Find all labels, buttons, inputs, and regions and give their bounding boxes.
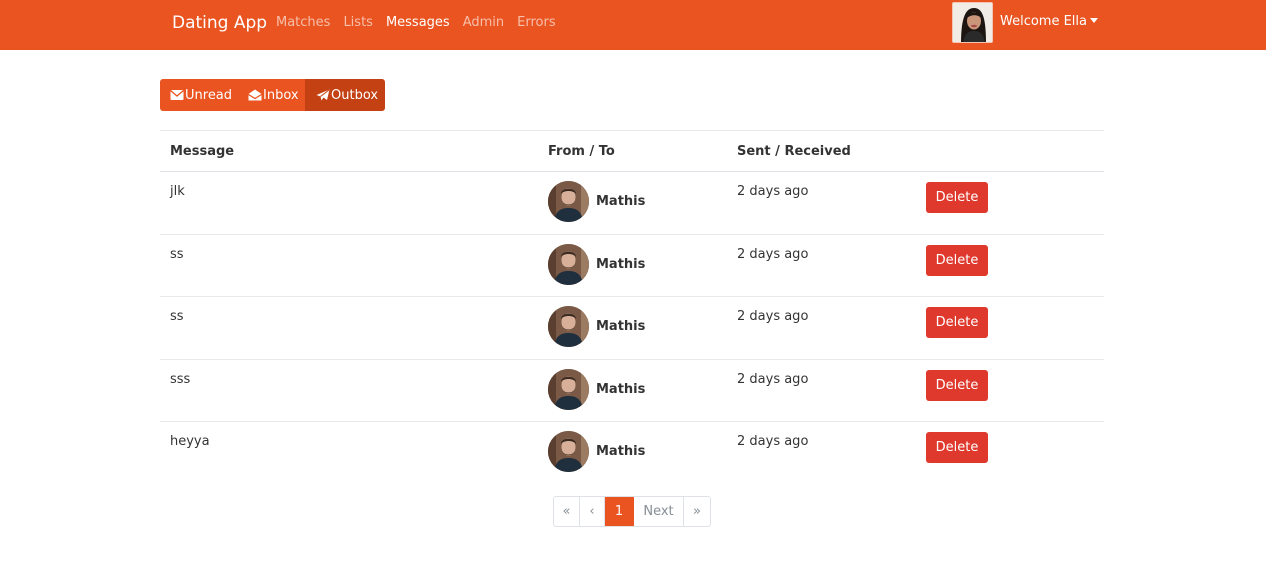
message-time: 2 days ago (737, 309, 809, 324)
recipient-name[interactable]: Mathis (596, 444, 645, 459)
nav-links: Matches Lists Messages Admin Errors (276, 15, 569, 30)
user-menu: Welcome Ella (952, 2, 1099, 43)
pagination: « ‹ 1 Next » (553, 496, 711, 527)
messages-table: Message From / To Sent / Received jlk Ma… (160, 130, 1104, 485)
message-time: 2 days ago (737, 184, 809, 199)
recipient-name[interactable]: Mathis (596, 194, 645, 209)
nav-link-matches[interactable]: Matches (276, 15, 330, 30)
table-row[interactable]: ss Mathis 2 days ago Delete (160, 235, 1104, 297)
delete-button[interactable]: Delete (926, 432, 988, 463)
header-message: Message (170, 144, 235, 159)
header-from-to: From / To (548, 144, 615, 159)
table-header: Message From / To Sent / Received (160, 130, 1104, 172)
nav-link-lists[interactable]: Lists (343, 15, 373, 30)
tab-inbox-label: Inbox (263, 87, 299, 103)
header-sent-received: Sent / Received (737, 144, 851, 159)
delete-button[interactable]: Delete (926, 244, 988, 276)
recipient-avatar (548, 431, 589, 472)
table-row[interactable]: heyya Mathis 2 days ago Delete (160, 422, 1104, 485)
page-first-button[interactable]: « (554, 497, 580, 526)
recipient-name[interactable]: Mathis (596, 382, 645, 397)
page-last-button[interactable]: » (684, 497, 710, 526)
message-content: ss (170, 246, 184, 262)
envelope-icon (170, 90, 184, 100)
paper-plane-icon (316, 89, 330, 101)
message-content: heyya (170, 434, 210, 449)
tab-unread[interactable]: Unread (160, 79, 238, 111)
recipient-name[interactable]: Mathis (596, 257, 645, 272)
table-row[interactable]: jlk Mathis 2 days ago Delete (160, 172, 1104, 235)
recipient-avatar (548, 368, 589, 410)
delete-button[interactable]: Delete (926, 369, 988, 401)
recipient-avatar (548, 306, 589, 347)
message-content: jlk (170, 184, 185, 199)
top-navbar: Dating App Matches Lists Messages Admin … (0, 0, 1266, 50)
message-time: 2 days ago (737, 434, 809, 449)
brand-link[interactable]: Dating App (172, 13, 267, 33)
message-time: 2 days ago (737, 246, 809, 262)
page-next-button[interactable]: Next (634, 497, 684, 526)
table-row[interactable]: ss Mathis 2 days ago Delete (160, 297, 1104, 360)
delete-button[interactable]: Delete (926, 182, 988, 213)
welcome-label: Welcome Ella (1000, 14, 1088, 29)
user-avatar (952, 2, 993, 43)
table-row[interactable]: sss Mathis 2 days ago Delete (160, 360, 1104, 422)
message-content: sss (170, 371, 191, 387)
nav-link-errors[interactable]: Errors (517, 15, 555, 30)
nav-link-admin[interactable]: Admin (463, 15, 504, 30)
tab-unread-label: Unread (185, 87, 233, 103)
nav-link-messages[interactable]: Messages (386, 15, 450, 30)
page-number-button[interactable]: 1 (605, 497, 634, 526)
tab-outbox-label: Outbox (331, 87, 379, 103)
recipient-name[interactable]: Mathis (596, 319, 645, 334)
message-content: ss (170, 309, 184, 324)
envelope-open-icon (248, 89, 262, 101)
recipient-avatar (548, 181, 589, 222)
recipient-avatar (548, 243, 589, 285)
tab-inbox[interactable]: Inbox (238, 79, 305, 111)
caret-down-icon (1090, 18, 1099, 23)
message-time: 2 days ago (737, 371, 809, 387)
tab-outbox[interactable]: Outbox (305, 79, 385, 111)
table-body: jlk Mathis 2 days ago Delete ss Mathis 2… (160, 172, 1104, 485)
page-previous-button[interactable]: ‹ (580, 497, 605, 526)
welcome-dropdown[interactable]: Welcome Ella (1000, 14, 1099, 29)
delete-button[interactable]: Delete (926, 307, 988, 338)
message-container-tabs: Unread Inbox Outbox (160, 79, 385, 111)
